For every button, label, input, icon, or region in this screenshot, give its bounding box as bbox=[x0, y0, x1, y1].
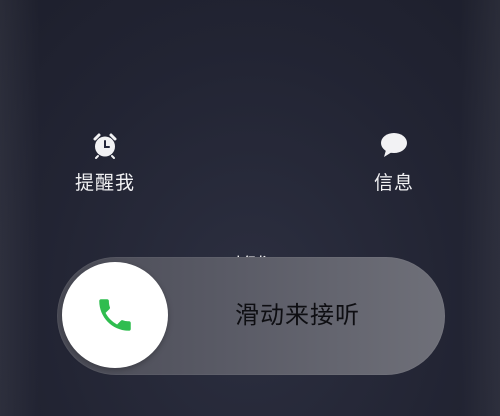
slide-to-answer-label: 滑动来接听 bbox=[235, 301, 360, 329]
message-bubble-icon bbox=[344, 128, 444, 162]
remind-me-button[interactable]: 提醒我 bbox=[55, 128, 155, 195]
message-button[interactable]: 信息 bbox=[344, 128, 444, 195]
answer-slider-knob[interactable] bbox=[62, 262, 168, 368]
phone-icon bbox=[99, 299, 131, 331]
message-label: 信息 bbox=[373, 172, 414, 194]
alarm-clock-icon bbox=[55, 128, 155, 162]
incoming-call-screen: 提醒我 信息 小红书 滑动来接听 bbox=[0, 0, 500, 416]
remind-me-label: 提醒我 bbox=[74, 172, 135, 194]
